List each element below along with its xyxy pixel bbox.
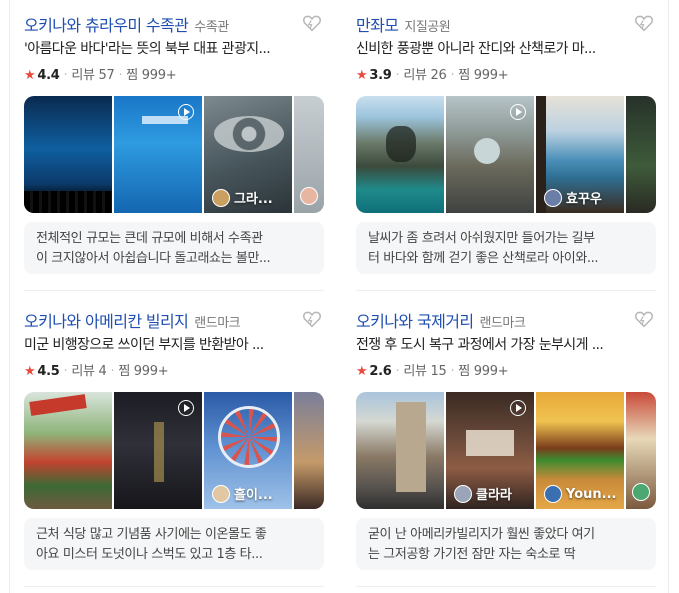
title-row: 오키나와 아메리칸 빌리지 랜드마크 [24, 308, 324, 332]
avatar-icon [454, 484, 472, 503]
star-icon: ★ [24, 68, 36, 83]
place-meta: ★ 4.5 · 리뷰 4 · 찜 999+ [24, 364, 169, 379]
rating-value: 3.9 [369, 68, 392, 83]
place-category: 지질공원 [404, 20, 451, 35]
review-count[interactable]: 리뷰 4 [71, 364, 106, 379]
avatar-icon [544, 485, 562, 503]
review-line: 이 크지않아서 아쉽습니다 돌고래쇼는 볼만... [36, 251, 271, 266]
play-icon[interactable] [510, 104, 526, 120]
author-name: 흘이... [234, 488, 273, 503]
photo[interactable] [446, 96, 534, 213]
photo[interactable] [356, 96, 444, 213]
title-row: 만좌모 지질공원 [356, 12, 656, 36]
photo[interactable]: 클라라 [446, 392, 534, 509]
place-description: 전쟁 후 도시 복구 과정에서 가장 눈부시게 ... [356, 337, 604, 353]
play-icon[interactable] [178, 400, 194, 416]
rating-value: 4.5 [37, 364, 60, 379]
photo-strip[interactable]: 그라... [24, 96, 324, 213]
review-line: 날씨가 좀 흐려서 아쉬웠지만 들어가는 길부 [368, 231, 595, 246]
photo[interactable] [356, 392, 444, 509]
photo-strip[interactable]: 클라라 Youn... [356, 392, 656, 509]
divider [24, 586, 324, 587]
photo-author[interactable]: Youn... [544, 485, 616, 503]
photo[interactable]: 그라... [204, 96, 292, 213]
photo-strip[interactable]: 효꾸우 [356, 96, 656, 213]
place-category: 수족관 [194, 20, 229, 35]
photo[interactable] [24, 96, 112, 213]
star-icon: ★ [356, 364, 368, 379]
heart-icon[interactable] [634, 14, 654, 32]
photo[interactable] [294, 96, 324, 213]
photo-author[interactable]: 클라라 [454, 484, 512, 503]
review-line: 터 바다와 함께 걷기 좋은 산책로라 아이와... [368, 251, 599, 266]
avatar-icon [544, 188, 562, 207]
divider [356, 586, 656, 587]
avatar-icon [632, 483, 650, 501]
save-count: 찜 999+ [458, 364, 509, 379]
author-name: 클라라 [476, 488, 512, 503]
avatar-icon [212, 188, 230, 207]
divider [356, 290, 656, 291]
title-row: 오키나와 국제거리 랜드마크 [356, 308, 656, 332]
photo-strip[interactable]: 흘이... [24, 392, 324, 509]
save-count: 찜 999+ [118, 364, 169, 379]
review-line: 굳이 난 아메리카빌리지가 훨씬 좋았다 여기 [368, 527, 595, 542]
divider [24, 290, 324, 291]
rating-value: 2.6 [369, 364, 392, 379]
review-snippet[interactable]: 근처 식당 많고 기념품 사기에는 이온몰도 좋 아요 미스터 도넛이나 스벅도… [24, 518, 324, 570]
review-line: 아요 미스터 도넛이나 스벅도 있고 1층 타... [36, 547, 263, 562]
avatar-icon [212, 484, 230, 503]
review-line: 전체적인 규모는 큰데 규모에 비해서 수족관 [36, 231, 263, 246]
star-icon: ★ [356, 68, 368, 83]
photo[interactable] [114, 392, 202, 509]
photo[interactable]: 흘이... [204, 392, 292, 509]
photo[interactable]: 효꾸우 [536, 96, 624, 213]
photo[interactable] [114, 96, 202, 213]
review-line: 근처 식당 많고 기념품 사기에는 이온몰도 좋 [36, 527, 267, 542]
review-snippet[interactable]: 굳이 난 아메리카빌리지가 훨씬 좋았다 여기 는 그저공항 가기전 잠만 자는… [356, 518, 656, 570]
photo-author[interactable]: 흘이... [212, 484, 273, 503]
heart-icon[interactable] [634, 310, 654, 328]
star-icon: ★ [24, 364, 36, 379]
review-snippet[interactable]: 전체적인 규모는 큰데 규모에 비해서 수족관 이 크지않아서 아쉽습니다 돌고… [24, 222, 324, 274]
review-snippet[interactable]: 날씨가 좀 흐려서 아쉬웠지만 들어가는 길부 터 바다와 함께 걷기 좋은 산… [356, 222, 656, 274]
place-meta: ★ 3.9 · 리뷰 26 · 찜 999+ [356, 68, 509, 83]
place-meta: ★ 4.4 · 리뷰 57 · 찜 999+ [24, 68, 177, 83]
photo[interactable] [294, 392, 324, 509]
heart-icon[interactable] [302, 14, 322, 32]
photo[interactable] [626, 96, 656, 213]
save-count: 찜 999+ [126, 68, 177, 83]
rating-value: 4.4 [37, 68, 60, 83]
review-count[interactable]: 리뷰 26 [403, 68, 446, 83]
place-description: '아름다운 바다'라는 뜻의 북부 대표 관광지... [24, 41, 271, 57]
author-name: 그라... [234, 192, 273, 207]
photo-author[interactable]: 효꾸우 [544, 188, 602, 207]
photo-author[interactable]: 그라... [212, 188, 273, 207]
photo[interactable] [626, 392, 656, 509]
place-category: 랜드마크 [194, 316, 241, 331]
photo[interactable] [24, 392, 112, 509]
place-meta: ★ 2.6 · 리뷰 15 · 찜 999+ [356, 364, 509, 379]
place-title[interactable]: 오키나와 국제거리 [356, 312, 474, 331]
place-description: 신비한 풍광뿐 아니라 잔디와 산책로가 마... [356, 41, 596, 57]
title-row: 오키나와 츄라우미 수족관 수족관 [24, 12, 324, 36]
place-title[interactable]: 오키나와 츄라우미 수족관 [24, 16, 189, 35]
author-name: Youn... [566, 486, 617, 502]
photo[interactable]: Youn... [536, 392, 624, 509]
heart-icon[interactable] [302, 310, 322, 328]
play-icon[interactable] [510, 400, 526, 416]
avatar-icon [300, 187, 318, 205]
save-count: 찜 999+ [458, 68, 509, 83]
author-name: 효꾸우 [566, 192, 602, 207]
review-count[interactable]: 리뷰 15 [403, 364, 446, 379]
review-line: 는 그저공항 가기전 잠만 자는 숙소로 딱 [368, 547, 576, 562]
place-title[interactable]: 오키나와 아메리칸 빌리지 [24, 312, 189, 331]
place-description: 미군 비행장으로 쓰이던 부지를 반환받아 ... [24, 337, 264, 353]
left-edge-line [9, 0, 10, 593]
review-count[interactable]: 리뷰 57 [71, 68, 114, 83]
right-edge-line [668, 0, 669, 593]
place-title[interactable]: 만좌모 [356, 16, 399, 35]
place-category: 랜드마크 [479, 316, 526, 331]
